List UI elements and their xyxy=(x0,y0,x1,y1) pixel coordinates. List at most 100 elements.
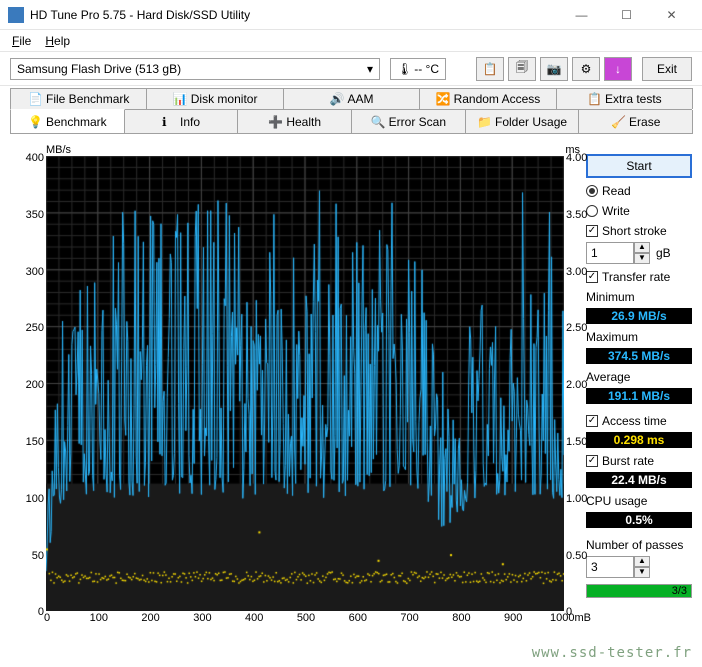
x-tick: 100 xyxy=(84,612,114,624)
average-value: 191.1 MB/s xyxy=(586,388,692,404)
window-title: HD Tune Pro 5.75 - Hard Disk/SSD Utility xyxy=(30,8,559,22)
watermark: www.ssd-tester.fr xyxy=(532,645,692,661)
minimize-button[interactable]: — xyxy=(559,0,604,30)
search-icon: 🔍 xyxy=(371,115,385,129)
tab-folder-usage[interactable]: 📁Folder Usage xyxy=(465,110,580,134)
y-left-tick: 250 xyxy=(16,322,44,334)
health-icon: ➕ xyxy=(268,115,282,129)
y-left-tick: 300 xyxy=(16,266,44,278)
average-label: Average xyxy=(586,370,692,384)
tab-benchmark[interactable]: 💡Benchmark xyxy=(10,109,125,134)
minimum-label: Minimum xyxy=(586,290,692,304)
short-stroke-checkbox[interactable]: ✓Short stroke xyxy=(586,224,692,238)
spin-down-icon[interactable]: ▼ xyxy=(634,567,650,578)
x-tick: 500 xyxy=(291,612,321,624)
x-tick: 700 xyxy=(395,612,425,624)
drive-select-text: Samsung Flash Drive (513 gB) xyxy=(17,62,181,76)
checkbox-checked-icon: ✓ xyxy=(586,455,598,467)
benchmark-chart: MB/s ms 4003503002502001501005004.003.50… xyxy=(10,144,580,634)
thermometer-icon: 🌡 xyxy=(397,62,412,76)
access-time-checkbox[interactable]: ✓Access time xyxy=(586,414,692,428)
drive-select[interactable]: Samsung Flash Drive (513 gB) ▾ xyxy=(10,58,380,80)
maximize-button[interactable]: ☐ xyxy=(604,0,649,30)
x-tick: 300 xyxy=(187,612,217,624)
arrow-down-icon: ↓ xyxy=(615,62,621,76)
exit-button[interactable]: Exit xyxy=(642,57,692,81)
short-stroke-unit: gB xyxy=(656,246,671,260)
y-right-tick: 1.00 xyxy=(566,493,587,505)
y-left-tick: 50 xyxy=(16,550,44,562)
app-icon xyxy=(8,7,24,23)
y-right-tick: 0.50 xyxy=(566,550,587,562)
tab-info[interactable]: ℹInfo xyxy=(124,110,239,134)
erase-icon: 🧹 xyxy=(611,115,625,129)
file-icon: 📄 xyxy=(28,92,42,106)
copy-screenshot-button[interactable]: 🗐 xyxy=(508,57,536,81)
info-icon: ℹ xyxy=(162,115,176,129)
burst-rate-checkbox[interactable]: ✓Burst rate xyxy=(586,454,692,468)
y-left-tick: 350 xyxy=(16,209,44,221)
sidebar: Start Read Write ✓Short stroke ▲▼ gB ✓Tr… xyxy=(586,144,692,634)
y-left-tick: 150 xyxy=(16,436,44,448)
copy-info-button[interactable]: 📋 xyxy=(476,57,504,81)
radio-unselected-icon xyxy=(586,205,598,217)
tab-error-scan[interactable]: 🔍Error Scan xyxy=(351,110,466,134)
y-right-tick: 2.00 xyxy=(566,379,587,391)
y-right-tick: 1.50 xyxy=(566,436,587,448)
tab-extra-tests[interactable]: 📋Extra tests xyxy=(556,88,693,109)
options-button[interactable]: ⚙ xyxy=(572,57,600,81)
y-axis-left-label: MB/s xyxy=(46,144,71,156)
y-left-tick: 400 xyxy=(16,152,44,164)
maximum-label: Maximum xyxy=(586,330,692,344)
spin-up-icon[interactable]: ▲ xyxy=(634,556,650,567)
checkbox-checked-icon: ✓ xyxy=(586,271,598,283)
y-right-tick: 4.00 xyxy=(566,152,587,164)
temperature-display: 🌡 -- °C xyxy=(390,58,446,80)
chart-canvas xyxy=(46,156,564,611)
x-tick: 800 xyxy=(446,612,476,624)
tab-file-benchmark[interactable]: 📄File Benchmark xyxy=(10,88,147,109)
start-button[interactable]: Start xyxy=(586,154,692,178)
tab-disk-monitor[interactable]: 📊Disk monitor xyxy=(146,88,283,109)
y-right-tick: 3.00 xyxy=(566,266,587,278)
tab-health[interactable]: ➕Health xyxy=(237,110,352,134)
tab-random-access[interactable]: 🔀Random Access xyxy=(419,88,556,109)
tab-aam[interactable]: 🔊AAM xyxy=(283,88,420,109)
y-left-tick: 200 xyxy=(16,379,44,391)
menu-file[interactable]: File xyxy=(6,32,37,50)
tab-erase[interactable]: 🧹Erase xyxy=(578,110,693,134)
cpu-usage-value: 0.5% xyxy=(586,512,692,528)
temperature-value: -- °C xyxy=(414,62,439,76)
menu-help[interactable]: Help xyxy=(39,32,76,50)
read-radio[interactable]: Read xyxy=(586,184,692,198)
transfer-rate-checkbox[interactable]: ✓Transfer rate xyxy=(586,270,692,284)
progress-bar: 3/3 xyxy=(586,584,692,598)
x-tick: 200 xyxy=(136,612,166,624)
folder-icon: 📁 xyxy=(477,115,491,129)
clipboard-image-icon: 🗐 xyxy=(516,58,528,79)
maximum-value: 374.5 MB/s xyxy=(586,348,692,364)
close-button[interactable]: ✕ xyxy=(649,0,694,30)
checkbox-checked-icon: ✓ xyxy=(586,225,598,237)
y-right-tick: 2.50 xyxy=(566,322,587,334)
burst-rate-value: 22.4 MB/s xyxy=(586,472,692,488)
list-icon: 📋 xyxy=(587,92,601,106)
write-radio[interactable]: Write xyxy=(586,204,692,218)
chevron-down-icon: ▾ xyxy=(367,62,373,76)
gear-icon: ⚙ xyxy=(581,62,592,76)
minimum-value: 26.9 MB/s xyxy=(586,308,692,324)
save-screenshot-button[interactable]: 📷 xyxy=(540,57,568,81)
x-tick: 400 xyxy=(239,612,269,624)
radio-selected-icon xyxy=(586,185,598,197)
spin-up-icon[interactable]: ▲ xyxy=(634,242,650,253)
x-tick: 900 xyxy=(498,612,528,624)
y-right-tick: 3.50 xyxy=(566,209,587,221)
progress-text: 3/3 xyxy=(672,585,687,597)
monitor-icon: 📊 xyxy=(173,92,187,106)
speaker-icon: 🔊 xyxy=(330,92,344,106)
num-passes-input[interactable]: ▲▼ xyxy=(586,556,692,578)
minimize-tray-button[interactable]: ↓ xyxy=(604,57,632,81)
spin-down-icon[interactable]: ▼ xyxy=(634,253,650,264)
x-tick: 1000mB xyxy=(550,612,580,624)
short-stroke-input[interactable]: ▲▼ xyxy=(586,242,650,264)
